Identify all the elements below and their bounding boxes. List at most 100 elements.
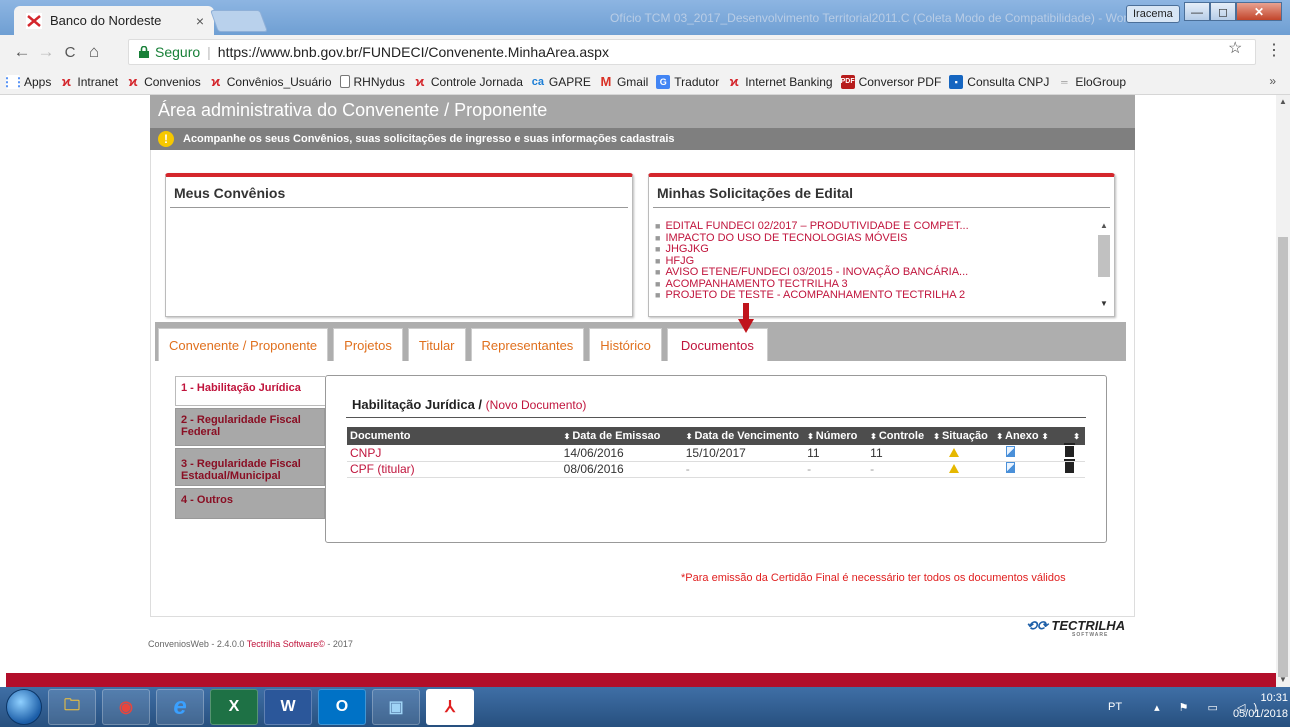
bookmark-gmail[interactable]: M Gmail (599, 74, 649, 89)
scroll-thumb[interactable] (1278, 237, 1288, 677)
side-tab-habilitacao[interactable]: 1 - Habilitação Jurídica (175, 376, 325, 406)
list-item[interactable]: ■ EDITAL FUNDECI 02/2017 – PRODUTIVIDADE … (655, 221, 1095, 233)
bookmark-conversor-pdf[interactable]: PDF Conversor PDF (840, 74, 941, 89)
column-header-emissao[interactable]: ⬍ Data de Emissao (560, 427, 683, 445)
validity-note: *Para emissão da Certidão Final é necess… (681, 572, 1066, 584)
bookmark-convenios-usuario[interactable]: ϰ Convênios_Usuário (209, 74, 331, 89)
scroll-thumb[interactable] (1098, 235, 1110, 277)
bookmark-elogroup[interactable]: ═ EloGroup (1057, 75, 1126, 89)
page-scrollbar[interactable]: ▲ ▼ (1276, 95, 1290, 687)
word-icon[interactable]: W (264, 689, 312, 725)
minimize-button[interactable]: — (1184, 2, 1210, 21)
cell-documento[interactable]: CNPJ (347, 445, 561, 462)
cell-numero: 11 (804, 445, 868, 462)
gmail-icon: M (600, 74, 612, 89)
window-controls: — ◻ ✕ (1184, 2, 1282, 21)
solicitacoes-list: ■ EDITAL FUNDECI 02/2017 – PRODUTIVIDADE … (655, 221, 1095, 313)
clock[interactable]: 10:31 05/01/2018 (1218, 690, 1288, 722)
column-header-controle[interactable]: ⬍ Controle (867, 427, 931, 445)
side-tab-fiscal-estadual[interactable]: 3 - Regularidade Fiscal Estadual/Municip… (175, 448, 325, 486)
list-item-label: EDITAL FUNDECI 02/2017 – PRODUTIVIDADE E… (665, 221, 969, 232)
solicitacoes-scrollbar[interactable]: ▲ ▼ (1097, 221, 1111, 313)
new-document-link[interactable]: (Novo Documento) (486, 398, 587, 412)
side-tab-outros[interactable]: 4 - Outros (175, 488, 325, 519)
column-header-situacao[interactable]: ⬍ Situação (930, 427, 994, 445)
column-header-numero[interactable]: ⬍ Número (804, 427, 868, 445)
warning-icon (949, 447, 960, 457)
home-button[interactable]: ⌂ (82, 42, 106, 62)
browser-menu-icon[interactable]: ⋮ (1266, 40, 1282, 60)
table-row[interactable]: CNPJ 14/06/2016 15/10/2017 11 11 (347, 442, 1085, 462)
scroll-up-icon[interactable]: ▲ (1100, 221, 1108, 230)
column-header-documento[interactable]: Documento (347, 427, 561, 445)
bookmark-consulta-cnpj[interactable]: ▪ Consulta CNPJ (949, 74, 1050, 89)
bookmark-rhnydus[interactable]: RHNydus (339, 75, 405, 89)
attachment-icon[interactable] (1006, 462, 1016, 473)
new-tab-button[interactable] (209, 10, 269, 32)
bookmark-gapre[interactable]: ca GAPRE (531, 75, 591, 89)
bookmark-apps[interactable]: ⋮⋮ Apps (1, 74, 51, 89)
bookmark-tradutor[interactable]: G Tradutor (656, 74, 719, 89)
column-header-anexo[interactable]: ⬍ Anexo ⬍ (993, 427, 1055, 445)
footer-brand-link[interactable]: Tectrilha Software© (247, 639, 325, 649)
bookmark-label: GAPRE (548, 74, 591, 89)
clock-date: 05/01/2018 (1232, 708, 1288, 720)
scroll-down-icon[interactable]: ▼ (1279, 675, 1287, 684)
column-header-vencimento[interactable]: ⬍ Data de Vencimento (682, 427, 805, 445)
profile-button[interactable]: Iracema (1126, 5, 1180, 23)
bookmark-intranet[interactable]: ϰ Intranet (59, 74, 118, 89)
tab-representantes[interactable]: Representantes (470, 328, 585, 361)
tab-projetos[interactable]: Projetos (333, 328, 403, 361)
bookmark-internet-banking[interactable]: ϰ Internet Banking (727, 74, 833, 89)
scroll-down-icon[interactable]: ▼ (1100, 299, 1108, 308)
outlook-icon[interactable]: O (318, 689, 366, 725)
sort-icon: ⬍ (685, 432, 693, 441)
bullet-icon: ■ (655, 255, 661, 266)
tab-titular[interactable]: Titular (407, 328, 466, 361)
language-indicator[interactable]: PT (1108, 701, 1122, 713)
bookmark-convenios[interactable]: ϰ Convenios (126, 74, 201, 89)
browser-tab[interactable]: Banco do Nordeste × (14, 6, 214, 35)
scroll-up-icon[interactable]: ▲ (1279, 97, 1287, 106)
list-item[interactable]: ■ JHGJKG (655, 243, 1095, 256)
page-viewport: Área administrativa do Convenente / Prop… (0, 95, 1276, 687)
bookmark-label: Consulta CNPJ (967, 74, 1050, 89)
trash-icon[interactable] (1064, 459, 1076, 473)
maximize-button[interactable]: ◻ (1210, 2, 1236, 21)
chrome-icon[interactable]: ◉ (102, 689, 150, 725)
back-button[interactable]: ← (10, 42, 34, 62)
list-item[interactable]: ■ AVISO ETENE/FUNDECI 03/2015 - INOVAÇÃO … (655, 266, 1095, 279)
bnb-logo-icon: ϰ (61, 74, 71, 89)
bookmark-star-icon[interactable]: ☆ (1228, 38, 1242, 58)
sort-icon: ⬍ (1073, 432, 1080, 441)
list-item[interactable]: ■ IMPACTO DO USO DE TECNOLOGIAS MÓVEIS (655, 232, 1095, 245)
start-button[interactable] (6, 689, 42, 725)
reload-button[interactable]: C (58, 44, 82, 61)
side-tab-fiscal-federal[interactable]: 2 - Regularidade Fiscal Federal (175, 408, 325, 446)
excel-icon[interactable]: X (210, 689, 258, 725)
address-bar[interactable]: Seguro | https://www.bnb.gov.br/FUNDECI/… (128, 39, 1256, 65)
tab-historico[interactable]: Histórico (589, 328, 662, 361)
taskbar: 🗀 ◉ e X W O ▣ ⅄ (0, 687, 1290, 727)
tab-close-icon[interactable]: × (196, 13, 204, 29)
list-item[interactable]: ■ PROJETO DE TESTE - ACOMPANHAMENTO TECTR… (655, 289, 1095, 302)
close-window-button[interactable]: ✕ (1236, 2, 1282, 21)
sort-icon: ⬍ (807, 432, 814, 441)
url-text[interactable]: https://www.bnb.gov.br/FUNDECI/Convenent… (218, 44, 609, 60)
file-explorer-icon[interactable]: 🗀 (48, 689, 96, 725)
acrobat-icon[interactable]: ⅄ (426, 689, 474, 725)
bookmarks-overflow-icon[interactable]: » (1269, 74, 1276, 88)
bookmark-controle-jornada[interactable]: ϰ Controle Jornada (413, 74, 522, 89)
tabs: Convenente / Proponente Projetos Titular… (158, 328, 773, 361)
table-row[interactable]: CPF (titular) 08/06/2016 - - - (347, 459, 1085, 478)
tab-convenente[interactable]: Convenente / Proponente (158, 328, 329, 361)
forward-button[interactable]: → (34, 42, 58, 62)
meus-convenios-panel: Meus Convênios (165, 173, 633, 317)
trash-icon[interactable] (1064, 442, 1076, 457)
bookmarks-bar: ⋮⋮ Apps ϰ Intranet ϰ Convenios ϰ Convênios_U… (0, 69, 1290, 95)
internet-explorer-icon[interactable]: e (156, 689, 204, 725)
bullet-icon: ■ (655, 232, 661, 243)
remote-app-icon[interactable]: ▣ (372, 689, 420, 725)
attachment-icon[interactable] (1006, 445, 1016, 457)
cell-documento[interactable]: CPF (titular) (347, 461, 561, 478)
